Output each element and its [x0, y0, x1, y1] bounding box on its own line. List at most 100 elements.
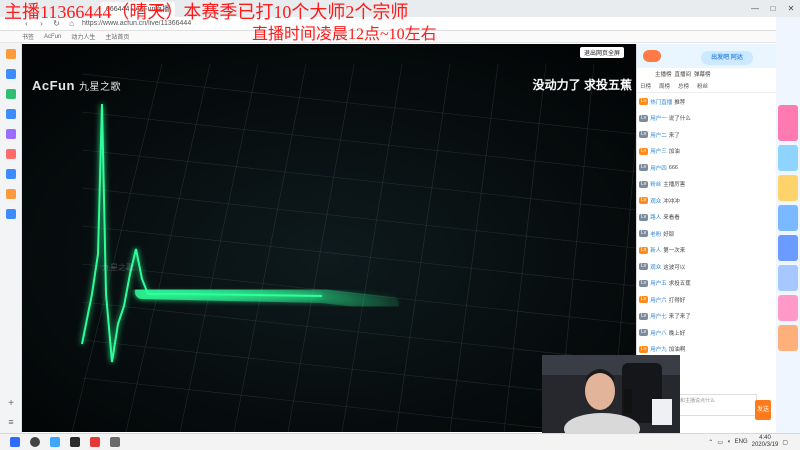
chat-text: 加油 [668, 149, 680, 155]
chat-username[interactable]: 老粉 [650, 230, 661, 238]
chat-username[interactable]: 用户九 [650, 345, 667, 353]
chat-username[interactable]: 用户一 [650, 114, 667, 122]
user-level-badge: Lv [639, 131, 649, 138]
weibo-icon[interactable] [6, 149, 16, 159]
user-level-badge: Lv [639, 312, 649, 320]
chat-text: 求投五蕉 [668, 281, 691, 287]
language-indicator[interactable]: ENG [735, 439, 748, 445]
chat-text: 加油啊 [668, 347, 686, 353]
app-icon[interactable] [6, 209, 16, 219]
chat-text: 来看看 [663, 215, 680, 221]
close-button[interactable]: ✕ [782, 0, 800, 17]
stream-overlay-line2: 直播时间凌晨12点~10左右 [252, 26, 437, 43]
chat-message: Lv 路人 来看看 [637, 212, 775, 223]
video-watermark: 九星之歌 [102, 263, 134, 272]
chat-username[interactable]: 用户六 [650, 296, 667, 304]
user-level-badge: Lv [639, 345, 649, 353]
obs-icon[interactable] [70, 437, 80, 447]
tab-fans[interactable]: 粉丝 [697, 82, 708, 92]
chat-message: Lv 用户三 加油 [637, 146, 775, 157]
bookmark-item[interactable]: 主站首页 [105, 32, 129, 41]
minimize-button[interactable]: — [746, 0, 764, 17]
exit-fullscreen-button[interactable]: 退出网页全屏 [579, 47, 624, 58]
clock-time: 4:40 [759, 435, 771, 441]
chat-text: 来了 [668, 132, 680, 139]
app-icon[interactable] [6, 169, 16, 179]
chat-username[interactable]: 用户七 [650, 312, 667, 320]
notification-icon[interactable]: ▢ [782, 439, 788, 446]
chat-input[interactable]: 和主播说点什么 [677, 394, 757, 416]
chat-text: 主播厉害 [663, 182, 686, 188]
promo-banner[interactable] [778, 295, 798, 321]
user-level-badge: Lv [639, 230, 649, 237]
chat-username[interactable]: 用户二 [650, 131, 667, 139]
chat-username[interactable]: 新人 [650, 246, 661, 254]
promo-banner[interactable] [778, 105, 798, 141]
tab-daily[interactable]: 日榜 [640, 82, 651, 92]
user-level-badge: Lv [639, 213, 649, 221]
streamer-webcam [542, 355, 680, 433]
user-level-badge: Lv [639, 164, 649, 171]
mail-icon[interactable] [6, 109, 16, 119]
chat-text: 晚上好 [668, 330, 686, 337]
volume-icon[interactable]: ◖ [727, 439, 731, 445]
chat-username[interactable]: 观众 [650, 263, 661, 271]
tray-chevron-icon[interactable]: ⌃ [708, 439, 713, 446]
network-icon[interactable]: ▭ [717, 439, 723, 446]
user-level-badge: Lv [639, 147, 649, 155]
chat-username[interactable]: 粉丝 [650, 180, 661, 188]
user-level-badge: Lv [639, 98, 649, 105]
promo-banner[interactable] [778, 145, 798, 171]
search-icon[interactable] [30, 437, 40, 447]
window-controls: — □ ✕ [746, 0, 800, 17]
chat-username[interactable]: 用户五 [650, 279, 667, 287]
promo-banner[interactable] [778, 175, 798, 201]
stream-title: 没动力了 求投五蕉 [532, 78, 632, 92]
tab-danmaku-rank[interactable]: 弹幕榜 [694, 70, 711, 81]
promo-banner[interactable] [778, 205, 798, 231]
maximize-button[interactable]: □ [764, 0, 782, 17]
menu-icon[interactable]: ≡ [6, 417, 16, 427]
start-icon[interactable] [10, 437, 20, 447]
promo-banner[interactable] [778, 265, 798, 291]
bookmark-item[interactable]: 书签 [22, 32, 34, 41]
chat-username[interactable]: 用户八 [650, 329, 667, 337]
chat-username[interactable]: 用户三 [650, 147, 667, 155]
add-icon[interactable]: + [6, 399, 16, 409]
chat-message: Lv 用户五 求投五蕉 [637, 278, 775, 289]
promo-banner[interactable] [778, 235, 798, 261]
chat-text: 冲冲冲 [663, 198, 680, 205]
wechat-icon[interactable] [6, 89, 16, 99]
bookmark-item[interactable]: AcFun [44, 34, 61, 40]
system-tray: ⌃ ▭ ◖ ENG 4:40 2020/3/19 ▢ [708, 435, 800, 449]
tab-anchor-rank[interactable]: 主播榜 [655, 70, 672, 81]
tab-weekly[interactable]: 周榜 [659, 82, 670, 92]
bookmark-item[interactable]: 动力人生 [71, 32, 95, 41]
app-icon[interactable] [6, 129, 16, 139]
chat-text: 好耶 [663, 231, 675, 238]
chat-username[interactable]: 用户四 [650, 164, 667, 172]
app-icon[interactable] [90, 437, 100, 447]
app-icon[interactable] [6, 69, 16, 79]
chat-username[interactable]: 观众 [650, 197, 661, 205]
user-level-badge: Lv [639, 246, 649, 254]
app-icon[interactable] [6, 189, 16, 199]
browser-icon[interactable] [50, 437, 60, 447]
chat-tabs-primary: 主播榜 直播间 弹幕榜 [637, 70, 776, 81]
chat-username[interactable]: 路人 [650, 213, 661, 221]
webcam-image [542, 355, 680, 433]
chat-message: Lv 用户七 来了来了 [637, 311, 775, 322]
app-icon[interactable] [110, 437, 120, 447]
tab-total[interactable]: 总榜 [678, 82, 689, 92]
chat-message: Lv 观众 冲冲冲 [637, 195, 775, 206]
chat-text: 这波可以 [663, 264, 686, 271]
tab-live-room[interactable]: 直播间 [675, 70, 692, 81]
favorites-icon[interactable] [6, 49, 16, 59]
promo-banner[interactable] [778, 325, 798, 351]
send-button[interactable]: 发送 [755, 400, 771, 420]
user-level-badge: Lv [639, 114, 649, 122]
chat-message: Lv 用户四 666 [637, 162, 775, 173]
chat-banner[interactable]: 出发吧 阿达 [637, 44, 776, 68]
chat-username[interactable]: 热门直播 [650, 98, 672, 106]
clock[interactable]: 4:40 2020/3/19 [752, 435, 779, 449]
